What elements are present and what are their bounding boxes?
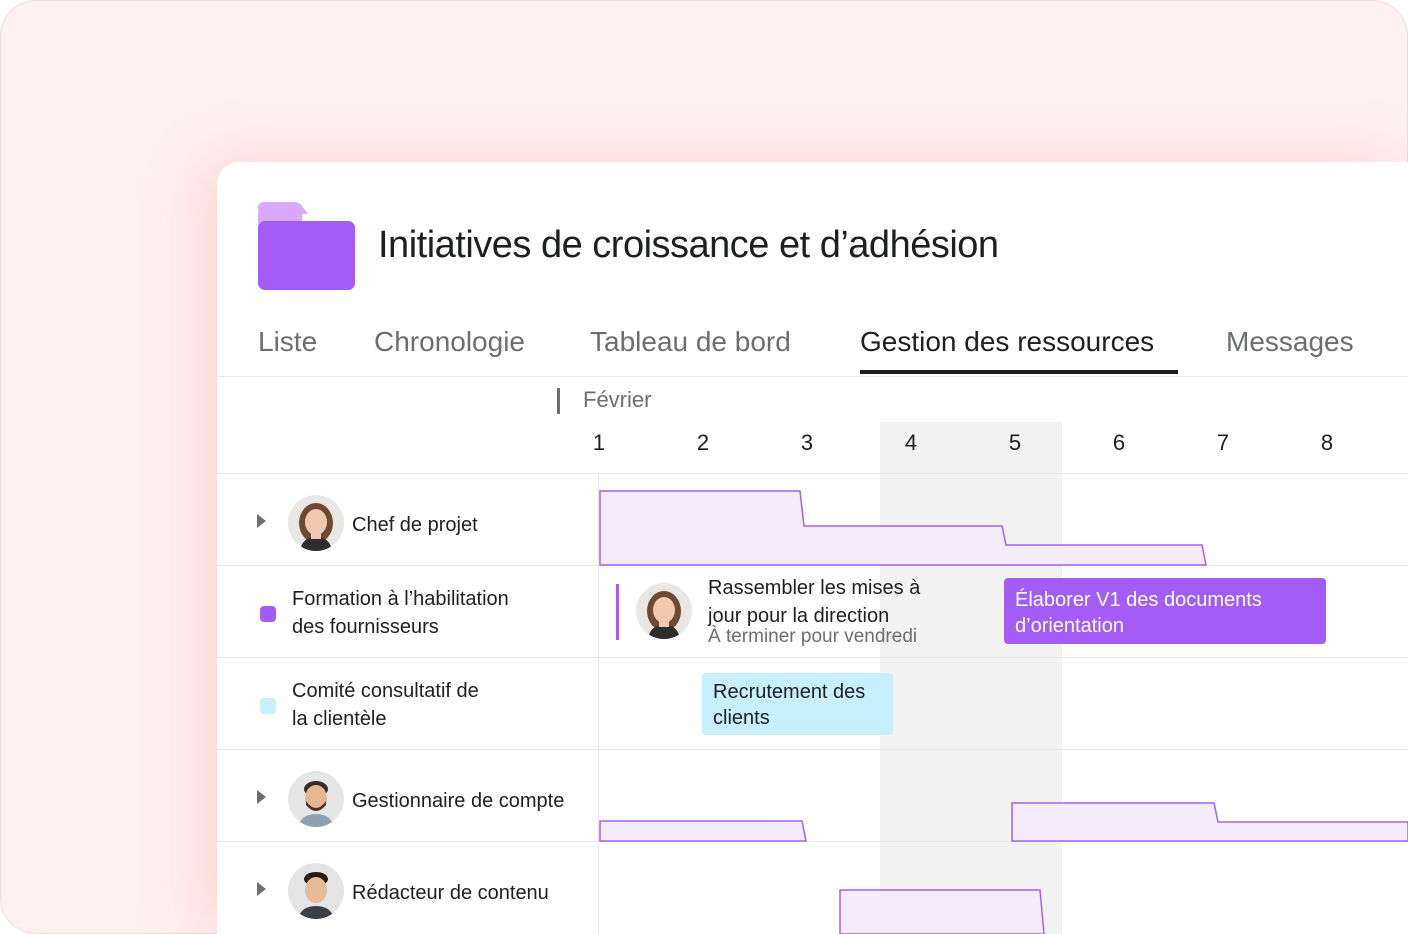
task-assignee-avatar: [636, 583, 692, 639]
row-divider: [217, 473, 1408, 474]
project-panel: Initiatives de croissance et d’adhésion …: [217, 162, 1408, 934]
expand-gestionnaire-icon[interactable]: [257, 790, 266, 804]
workload-gestionnaire-right: [1011, 802, 1408, 842]
day-label: 1: [592, 430, 606, 455]
row-label-chef-de-projet: Chef de projet: [352, 514, 478, 536]
project-tabs: Liste Chronologie Tableau de bord Gestio…: [217, 320, 1408, 377]
day-label: 8: [1320, 430, 1334, 455]
month-label: Février: [583, 387, 652, 412]
column-divider: [598, 473, 599, 934]
folder-icon: [258, 202, 355, 290]
workload-gestionnaire-left: [599, 820, 807, 842]
row-label-gestionnaire-de-compte: Gestionnaire de compte: [352, 790, 565, 812]
task-due-text: À terminer pour vendredi: [708, 626, 918, 647]
expand-chef-de-projet-icon[interactable]: [257, 514, 266, 528]
tab-gestion-des-ressources[interactable]: Gestion des ressources: [860, 326, 1154, 358]
avatar-redacteur-de-contenu: [288, 863, 344, 919]
day-label: 3: [800, 430, 814, 455]
tab-liste[interactable]: Liste: [258, 326, 317, 358]
row-divider: [217, 657, 1408, 658]
task-recrutement[interactable]: Recrutement des clients: [702, 673, 893, 735]
tab-messages[interactable]: Messages: [1226, 326, 1354, 358]
row-divider: [217, 565, 1408, 566]
tab-tableau-de-bord[interactable]: Tableau de bord: [590, 326, 791, 358]
day-label: 2: [696, 430, 710, 455]
avatar-chef-de-projet: [288, 495, 344, 551]
weekend-column: [880, 422, 1062, 934]
task-marker: [616, 584, 619, 640]
project-label-formation[interactable]: Formation à l’habilitation des fournisse…: [292, 585, 509, 641]
day-label: 5: [1008, 430, 1022, 455]
active-tab-indicator: [860, 370, 1178, 374]
task-elaborer[interactable]: Élaborer V1 des documents d’orientation: [1004, 578, 1326, 644]
day-label: 4: [904, 430, 918, 455]
row-divider: [217, 841, 1408, 842]
day-label: 7: [1216, 430, 1230, 455]
task-rassembler-title[interactable]: Rassembler les mises à jour pour la dire…: [708, 574, 920, 630]
project-color-dot: [260, 698, 276, 714]
day-label: 6: [1112, 430, 1126, 455]
tab-chronologie[interactable]: Chronologie: [374, 326, 525, 358]
row-divider: [217, 749, 1408, 750]
row-label-redacteur-de-contenu: Rédacteur de contenu: [352, 882, 549, 904]
month-divider: [557, 388, 560, 414]
expand-redacteur-icon[interactable]: [257, 882, 266, 896]
project-color-dot: [260, 606, 276, 622]
avatar-gestionnaire-de-compte: [288, 771, 344, 827]
workload-chart: [599, 490, 1408, 934]
project-title: Initiatives de croissance et d’adhésion: [378, 224, 999, 266]
project-label-comite[interactable]: Comité consultatif de la clientèle: [292, 677, 479, 733]
